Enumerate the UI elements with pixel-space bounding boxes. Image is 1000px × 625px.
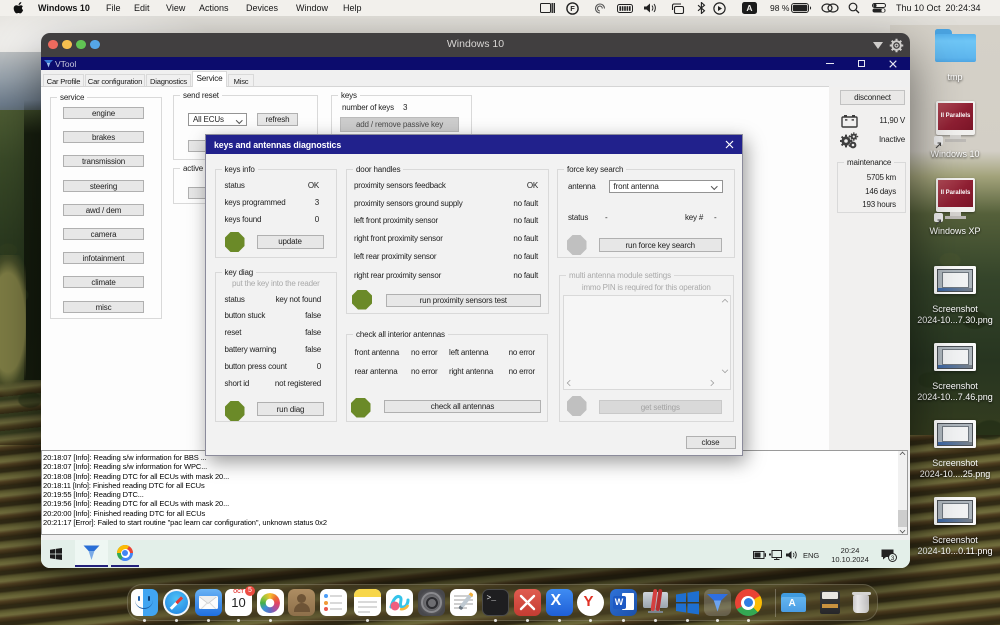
svg-text:3: 3 [891,555,895,562]
svg-text:F: F [570,4,575,13]
